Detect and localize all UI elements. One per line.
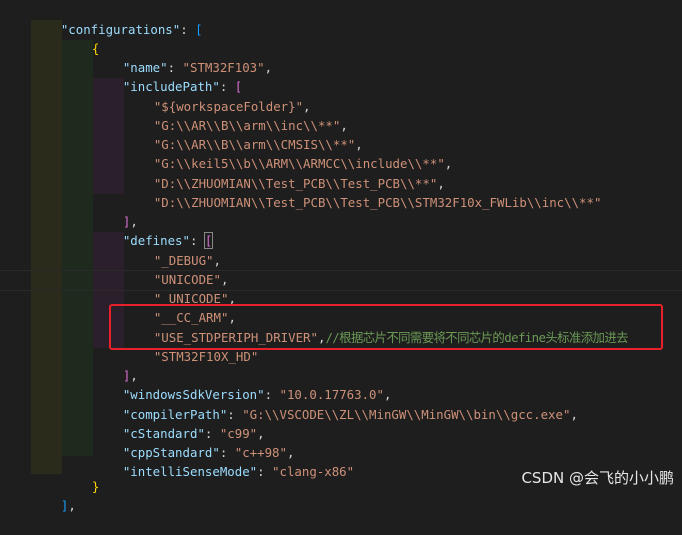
- code-line-2[interactable]: {: [62, 20, 99, 56]
- code-line-10[interactable]: "D:\\ZHUOMIAN\\Test_PCB\\Test_PCB\\STM32…: [124, 174, 602, 210]
- highlight-annotation-box: [109, 304, 663, 350]
- code-line-5[interactable]: "${workspaceFolder}",: [124, 78, 311, 114]
- watermark: CSDN @会飞的小小鹏: [521, 469, 674, 487]
- indent-band-2: [62, 40, 93, 456]
- code-line-26[interactable]: ],: [31, 477, 76, 513]
- code-line-4[interactable]: "includePath": [: [93, 58, 242, 94]
- code-line-14[interactable]: "UNICODE",: [124, 251, 229, 287]
- code-line-23[interactable]: "cppStandard": "c++98",: [93, 424, 295, 460]
- code-line-9[interactable]: "D:\\ZHUOMIAN\\Test_PCB\\Test_PCB\\**",: [124, 155, 445, 191]
- code-line-15[interactable]: "_UNICODE",: [124, 270, 236, 306]
- code-line-20[interactable]: "windowsSdkVersion": "10.0.17763.0",: [93, 366, 392, 402]
- code-line-13[interactable]: "_DEBUG",: [124, 232, 221, 268]
- code-line-3[interactable]: "name": "STM32F103",: [93, 39, 272, 75]
- current-line-highlight: [0, 270, 682, 291]
- code-line-24[interactable]: "intelliSenseMode": "clang-x86": [93, 443, 354, 479]
- code-line-7[interactable]: "G:\\AR\\B\\arm\\CMSIS\\**",: [124, 116, 363, 152]
- code-line-1[interactable]: "configurations": [: [31, 1, 203, 37]
- code-line-6[interactable]: "G:\\AR\\B\\arm\\inc\\**",: [124, 97, 348, 133]
- code-line-11[interactable]: ],: [93, 193, 138, 229]
- code-line-25[interactable]: }: [62, 458, 99, 494]
- code-editor[interactable]: "configurations": [ { "name": "STM32F103…: [0, 0, 682, 513]
- code-line-21[interactable]: "compilerPath": "G:\\VSCODE\\ZL\\MinGW\\…: [93, 386, 578, 422]
- code-line-22[interactable]: "cStandard": "c99",: [93, 405, 265, 441]
- code-line-8[interactable]: "G:\\keil5\\b\\ARM\\ARMCC\\include\\**",: [124, 135, 452, 171]
- code-line-12[interactable]: "defines": [: [93, 212, 214, 250]
- indent-band-1: [31, 20, 62, 474]
- bracket: [: [195, 22, 203, 38]
